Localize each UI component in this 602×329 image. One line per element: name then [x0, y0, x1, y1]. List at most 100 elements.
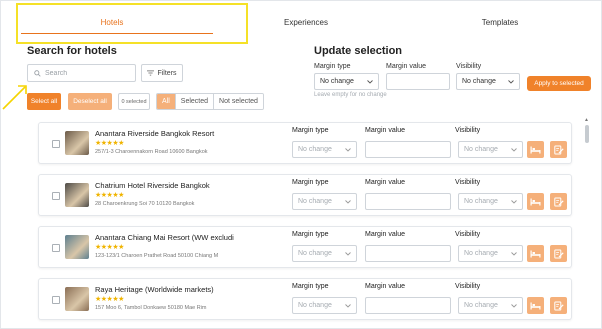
hotel-margin-type-value: No change: [298, 198, 332, 205]
hotel-margin-value-input[interactable]: [365, 297, 451, 314]
hotel-address: 123-123/1 Charoen Prathet Road 50100 Chi…: [95, 253, 219, 259]
hotel-card: Anantara Chiang Mai Resort (WW excludi ★…: [38, 226, 572, 268]
filter-icon: [147, 70, 155, 76]
margin-type-label: Margin type: [314, 63, 351, 70]
hotel-margin-type-select[interactable]: No change: [292, 245, 357, 262]
hotel-address: 28 Charoenkrung Soi 70 10120 Bangkok: [95, 201, 195, 207]
deselect-all-button[interactable]: Deselect all: [68, 93, 112, 110]
hotel-margin-type-select[interactable]: No change: [292, 193, 357, 210]
hotel-visibility-label: Visibility: [455, 127, 481, 134]
chevron-down-icon: [511, 147, 517, 152]
search-field[interactable]: [27, 64, 136, 82]
hotel-margin-type-select[interactable]: No change: [292, 297, 357, 314]
search-icon: [34, 69, 41, 77]
app-window: Hotels Experiences Templates Search for …: [0, 0, 602, 329]
hotel-visibility-value: No change: [464, 250, 498, 257]
margin-value-label: Margin value: [386, 63, 427, 70]
hotel-visibility-value: No change: [464, 146, 498, 153]
hotel-visibility-select[interactable]: No change: [458, 297, 523, 314]
edit-button[interactable]: [550, 297, 567, 314]
hotel-margin-value-label: Margin value: [365, 127, 406, 134]
filters-button[interactable]: Filters: [141, 64, 183, 82]
hotel-name: Anantara Riverside Bangkok Resort: [95, 129, 215, 138]
hotel-margin-type-value: No change: [298, 250, 332, 257]
hotel-address: 257/1-3 Charoennakorn Road 10600 Bangkok: [95, 149, 208, 155]
scrollbar-thumb[interactable]: [585, 125, 589, 143]
active-tab-underline: [21, 33, 213, 34]
hotel-name: Anantara Chiang Mai Resort (WW excludi: [95, 233, 234, 242]
edit-button[interactable]: [550, 245, 567, 262]
hotel-margin-type-label: Margin type: [292, 179, 329, 186]
selected-count-badge: 0 selected: [118, 93, 150, 110]
select-all-button[interactable]: Select all: [27, 93, 61, 110]
segment-all[interactable]: All: [157, 94, 176, 109]
chevron-down-icon: [511, 251, 517, 256]
chevron-down-icon: [345, 199, 351, 204]
hotel-margin-value-input[interactable]: [365, 141, 451, 158]
search-input[interactable]: [45, 69, 125, 77]
bed-icon: [530, 302, 541, 309]
hotel-visibility-select[interactable]: No change: [458, 193, 523, 210]
hotel-margin-type-select[interactable]: No change: [292, 141, 357, 158]
hotel-margin-value-label: Margin value: [365, 179, 406, 186]
scroll-up-arrow-icon[interactable]: ▲: [584, 117, 589, 123]
filters-label: Filters: [157, 69, 177, 77]
tab-templates[interactable]: Templates: [403, 5, 597, 39]
chevron-down-icon: [367, 79, 373, 84]
hotel-card: Raya Heritage (Worldwide markets) ★★★★★ …: [38, 278, 572, 320]
bed-button[interactable]: [527, 297, 544, 314]
margin-type-value: No change: [320, 78, 354, 85]
selection-filter-segmented: All Selected Not selected: [156, 93, 264, 110]
bed-button[interactable]: [527, 193, 544, 210]
bed-button[interactable]: [527, 141, 544, 158]
edit-document-icon: [553, 197, 564, 206]
hotel-name: Chatrium Hotel Riverside Bangkok: [95, 181, 210, 190]
margin-type-select[interactable]: No change: [314, 73, 379, 90]
bed-button[interactable]: [527, 245, 544, 262]
hotel-card: Anantara Riverside Bangkok Resort ★★★★★ …: [38, 122, 572, 164]
hotel-thumbnail: [65, 287, 89, 311]
hotel-name: Raya Heritage (Worldwide markets): [95, 285, 214, 294]
hotel-thumbnail: [65, 183, 89, 207]
hotel-select-checkbox[interactable]: [52, 296, 60, 304]
update-hint: Leave empty for no change: [314, 92, 387, 98]
hotel-visibility-label: Visibility: [455, 179, 481, 186]
hotel-stars: ★★★★★: [95, 296, 124, 303]
hotel-visibility-select[interactable]: No change: [458, 245, 523, 262]
tab-experiences[interactable]: Experiences: [209, 5, 403, 39]
hotel-thumbnail: [65, 235, 89, 259]
chevron-down-icon: [511, 199, 517, 204]
hotel-visibility-label: Visibility: [455, 283, 481, 290]
edit-document-icon: [553, 145, 564, 154]
hotel-select-checkbox[interactable]: [52, 140, 60, 148]
hotel-select-checkbox[interactable]: [52, 244, 60, 252]
margin-value-input[interactable]: [386, 73, 450, 90]
hotel-visibility-select[interactable]: No change: [458, 141, 523, 158]
hotel-visibility-value: No change: [464, 198, 498, 205]
hotel-card: Chatrium Hotel Riverside Bangkok ★★★★★ 2…: [38, 174, 572, 216]
hotel-stars: ★★★★★: [95, 140, 124, 147]
hotel-margin-value-input[interactable]: [365, 245, 451, 262]
bed-icon: [530, 146, 541, 153]
edit-button[interactable]: [550, 193, 567, 210]
hotel-margin-value-input[interactable]: [365, 193, 451, 210]
hotel-margin-type-label: Margin type: [292, 127, 329, 134]
hotel-address: 157 Moo 6, Tambol Donkaew 50180 Mae Rim: [95, 305, 207, 311]
segment-selected[interactable]: Selected: [175, 94, 215, 109]
hotel-margin-value-label: Margin value: [365, 283, 406, 290]
hotel-margin-value-label: Margin value: [365, 231, 406, 238]
hotel-list: Anantara Riverside Bangkok Resort ★★★★★ …: [30, 117, 592, 329]
visibility-select[interactable]: No change: [456, 73, 520, 90]
hotel-visibility-value: No change: [464, 302, 498, 309]
hotel-select-checkbox[interactable]: [52, 192, 60, 200]
segment-not-selected[interactable]: Not selected: [214, 94, 263, 109]
hotel-margin-type-label: Margin type: [292, 231, 329, 238]
bed-icon: [530, 250, 541, 257]
chevron-down-icon: [511, 303, 517, 308]
edit-button[interactable]: [550, 141, 567, 158]
chevron-down-icon: [345, 147, 351, 152]
hotel-stars: ★★★★★: [95, 192, 124, 199]
list-scrollbar[interactable]: [584, 117, 590, 329]
apply-to-selected-button[interactable]: Apply to selected: [527, 76, 591, 91]
hotel-thumbnail: [65, 131, 89, 155]
